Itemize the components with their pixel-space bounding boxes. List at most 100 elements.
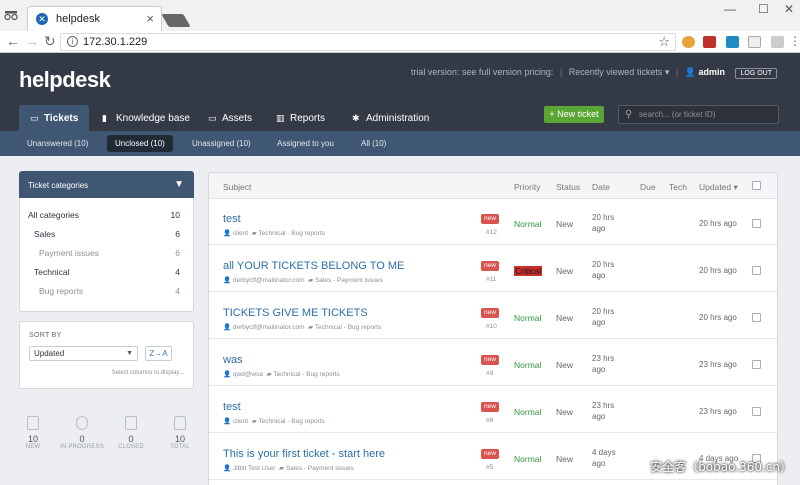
app-header: helpdesk trial version: see full version… (0, 53, 800, 131)
filter-unanswered[interactable]: Unanswered (10) (19, 135, 96, 152)
extension-text-icon[interactable] (748, 36, 761, 48)
category-technical[interactable]: Technical 4 (20, 263, 193, 282)
ticket-status: New (556, 360, 574, 370)
ticket-status: New (556, 266, 574, 276)
categories-panel: All categories 10 Sales 6 Payment issues… (19, 198, 194, 312)
table-row[interactable]: was 👤 qwd@wsa ▰ Technical - Bug reports … (209, 340, 777, 386)
col-tech[interactable]: Tech (669, 182, 687, 192)
new-ticket-button[interactable]: + New ticket (544, 106, 604, 123)
nav-assets[interactable]: ▭ Assets (197, 105, 263, 131)
ticket-priority: Normal (514, 219, 542, 229)
ticket-subject[interactable]: test (223, 401, 241, 413)
ticket-priority: Normal (514, 454, 542, 464)
ticket-priority: Normal (514, 313, 542, 323)
col-subject[interactable]: Subject (223, 182, 251, 192)
reload-icon[interactable]: ↻ (44, 33, 56, 50)
col-priority[interactable]: Priority (514, 182, 540, 192)
new-tab-button[interactable] (161, 14, 191, 27)
row-checkbox[interactable] (752, 266, 761, 275)
row-checkbox[interactable] (752, 407, 761, 416)
nav-administration[interactable]: ✱ Administration (341, 105, 440, 131)
user-name[interactable]: admin (698, 67, 725, 77)
category-bug-reports[interactable]: Bug reports 4 (20, 282, 193, 301)
close-tab-icon[interactable]: × (146, 11, 154, 26)
table-row[interactable]: test 👤 client ▰ Technical - Bug reports … (209, 387, 777, 433)
ticket-priority: Critical (514, 266, 542, 276)
search-input[interactable]: ⚲ search... (or ticket ID) (618, 105, 779, 124)
app-logo[interactable]: helpdesk (19, 67, 111, 93)
filter-unclosed[interactable]: Unclosed (10) (107, 135, 173, 152)
table-row[interactable]: TICKETS GIVE ME TICKETS 👤 derbyctf@maili… (209, 293, 777, 339)
nav-reports[interactable]: ▥ Reports (265, 105, 336, 131)
gear-icon: ✱ (352, 113, 360, 123)
stat-closed[interactable]: 0 CLOSED (106, 416, 156, 450)
category-all[interactable]: All categories 10 (20, 206, 193, 225)
filter-assigned-to-you[interactable]: Assigned to you (269, 135, 342, 152)
select-all-checkbox[interactable] (752, 181, 761, 190)
pricing-link[interactable]: see full version pricing: (462, 67, 554, 77)
row-checkbox[interactable] (752, 219, 761, 228)
row-checkbox[interactable] (752, 313, 761, 322)
ticket-subject[interactable]: This is your first ticket - start here (223, 448, 385, 460)
ticket-id: #8 (486, 417, 494, 424)
new-badge: new (481, 261, 499, 271)
ticket-status: New (556, 313, 574, 323)
ticket-priority: Normal (514, 360, 542, 370)
address-bar[interactable]: i 172.30.1.229 ☆ (60, 33, 676, 51)
nav-knowledge-base[interactable]: ▮ Knowledge base (91, 105, 201, 131)
ticket-priority: Normal (514, 407, 542, 417)
filter-icon[interactable]: ▼ (174, 179, 184, 190)
ticket-date: 23 hrs ago (592, 401, 615, 421)
category-sales[interactable]: Sales 6 (20, 225, 193, 244)
extension-gray-icon[interactable] (771, 36, 784, 48)
sort-direction-button[interactable]: Z→A (145, 346, 172, 361)
col-status[interactable]: Status (556, 182, 580, 192)
filter-all[interactable]: All (10) (353, 135, 394, 152)
browser-tab[interactable]: ✕ helpdesk × (27, 6, 162, 31)
ticket-subject[interactable]: test (223, 213, 241, 225)
extension-blue-icon[interactable] (726, 36, 739, 48)
ticket-subject[interactable]: all YOUR TICKETS BELONG TO ME (223, 260, 404, 272)
forward-icon[interactable]: → (25, 33, 39, 49)
logout-button[interactable]: LOG OUT (735, 68, 777, 79)
recent-tickets-menu[interactable]: Recently viewed tickets ▾ (569, 67, 670, 77)
extension-cookie-icon[interactable] (682, 36, 695, 48)
ticket-subject[interactable]: TICKETS GIVE ME TICKETS (223, 307, 368, 319)
menu-icon[interactable]: ⋮ (789, 34, 800, 48)
stat-in-progress[interactable]: 0 IN PROGRESS (57, 416, 107, 450)
new-badge: new (481, 308, 499, 318)
ticket-updated: 20 hrs ago (699, 266, 737, 275)
new-badge: new (481, 449, 499, 459)
col-date[interactable]: Date (592, 182, 610, 192)
row-checkbox[interactable] (752, 360, 761, 369)
stat-total[interactable]: 10 TOTAL (155, 416, 205, 450)
select-columns-link[interactable]: Select columns to display... (112, 370, 184, 376)
category-payment-issues[interactable]: Payment issues 6 (20, 244, 193, 263)
close-window-icon[interactable]: ✕ (784, 2, 794, 16)
ticket-date: 23 hrs ago (592, 354, 615, 374)
col-updated[interactable]: Updated ▾ (699, 182, 738, 193)
ticket-date: 20 hrs ago (592, 307, 615, 327)
table-row[interactable]: test 👤 client ▰ Technical - Bug reports … (209, 199, 777, 245)
ticket-filter-nav: Unanswered (10) Unclosed (10) Unassigned… (0, 131, 800, 156)
bookmark-star-icon[interactable]: ☆ (658, 34, 670, 50)
filter-unassigned[interactable]: Unassigned (10) (184, 135, 259, 152)
info-icon[interactable]: i (67, 36, 78, 47)
ticket-date: 20 hrs ago (592, 213, 615, 233)
col-due[interactable]: Due (640, 182, 656, 192)
user-icon: 👤 (684, 67, 696, 77)
sort-select[interactable]: Updated ▼ (29, 346, 138, 361)
extension-red-icon[interactable] (703, 36, 716, 48)
inbox-icon (27, 416, 39, 430)
nav-tickets[interactable]: ▭ Tickets (19, 105, 90, 131)
new-badge: new (481, 214, 499, 224)
back-icon[interactable]: ← (6, 33, 20, 49)
categories-header: Ticket categories ▼ (19, 171, 194, 198)
stat-new[interactable]: 10 NEW (8, 416, 58, 450)
table-row[interactable]: all YOUR TICKETS BELONG TO ME 👤 derbyctf… (209, 246, 777, 292)
maximize-icon[interactable]: ☐ (758, 2, 769, 16)
minimize-icon[interactable]: — (724, 2, 736, 16)
tab-title: helpdesk (56, 13, 101, 25)
browser-tabstrip: ✕ helpdesk × — ☐ ✕ (0, 0, 800, 31)
ticket-subject[interactable]: was (223, 354, 243, 366)
